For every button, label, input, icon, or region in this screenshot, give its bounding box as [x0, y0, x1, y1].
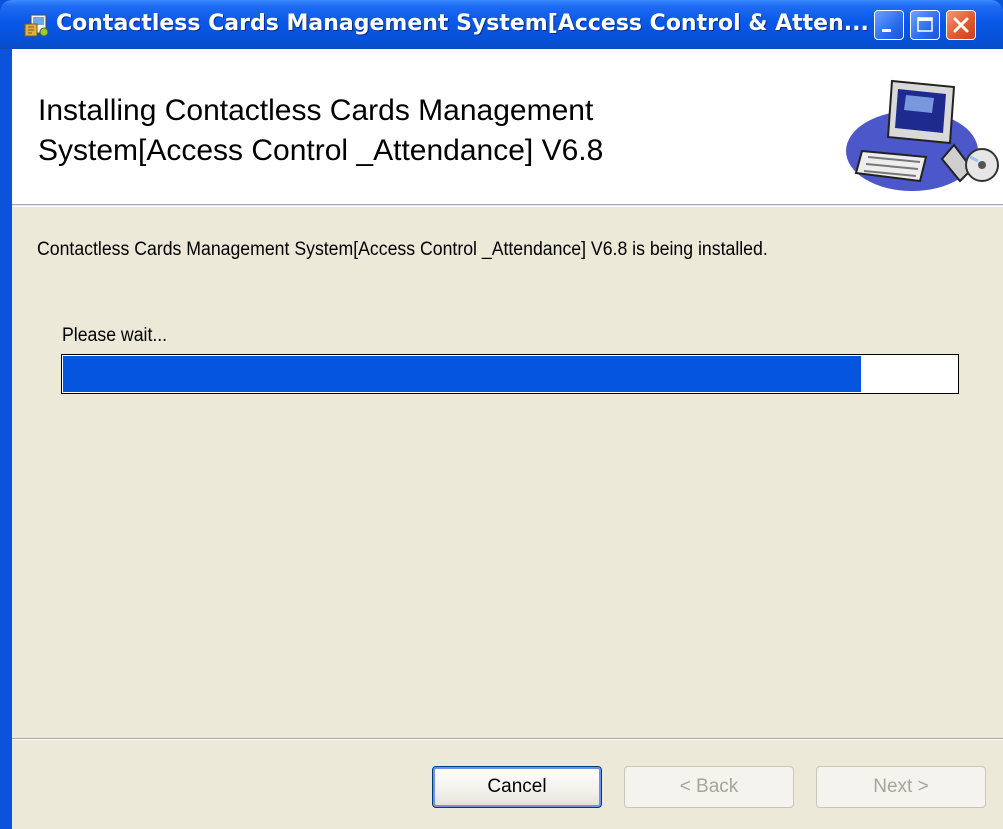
header-title: Installing Contactless Cards Management …: [38, 94, 604, 167]
installer-window: Contactless Cards Management System[Acce…: [0, 0, 1003, 829]
close-icon: [953, 17, 969, 33]
minimize-icon: [882, 29, 891, 32]
minimize-button[interactable]: [874, 10, 904, 40]
header-divider: [12, 206, 1003, 207]
installer-app-icon: [24, 14, 49, 37]
window-title: Contactless Cards Management System[Acce…: [56, 11, 869, 36]
progress-bar-fill: [63, 356, 861, 392]
window-frame-left: [0, 49, 12, 829]
maximize-button[interactable]: [910, 10, 940, 40]
footer-divider-highlight: [12, 739, 1003, 740]
dialog-client-area: Installing Contactless Cards Management …: [12, 49, 1003, 829]
install-progress-bar: [61, 354, 959, 394]
status-label: Please wait...: [62, 325, 168, 346]
cancel-button[interactable]: Cancel: [432, 766, 602, 808]
install-description: Contactless Cards Management System[Acce…: [37, 239, 768, 260]
back-button[interactable]: < Back: [624, 766, 794, 808]
next-button[interactable]: Next >: [816, 766, 986, 808]
computer-install-icon: [846, 79, 999, 191]
close-button[interactable]: [946, 10, 976, 40]
dialog-header: Installing Contactless Cards Management …: [12, 49, 1003, 205]
maximize-icon: [917, 17, 933, 32]
title-bar[interactable]: Contactless Cards Management System[Acce…: [0, 0, 1003, 49]
